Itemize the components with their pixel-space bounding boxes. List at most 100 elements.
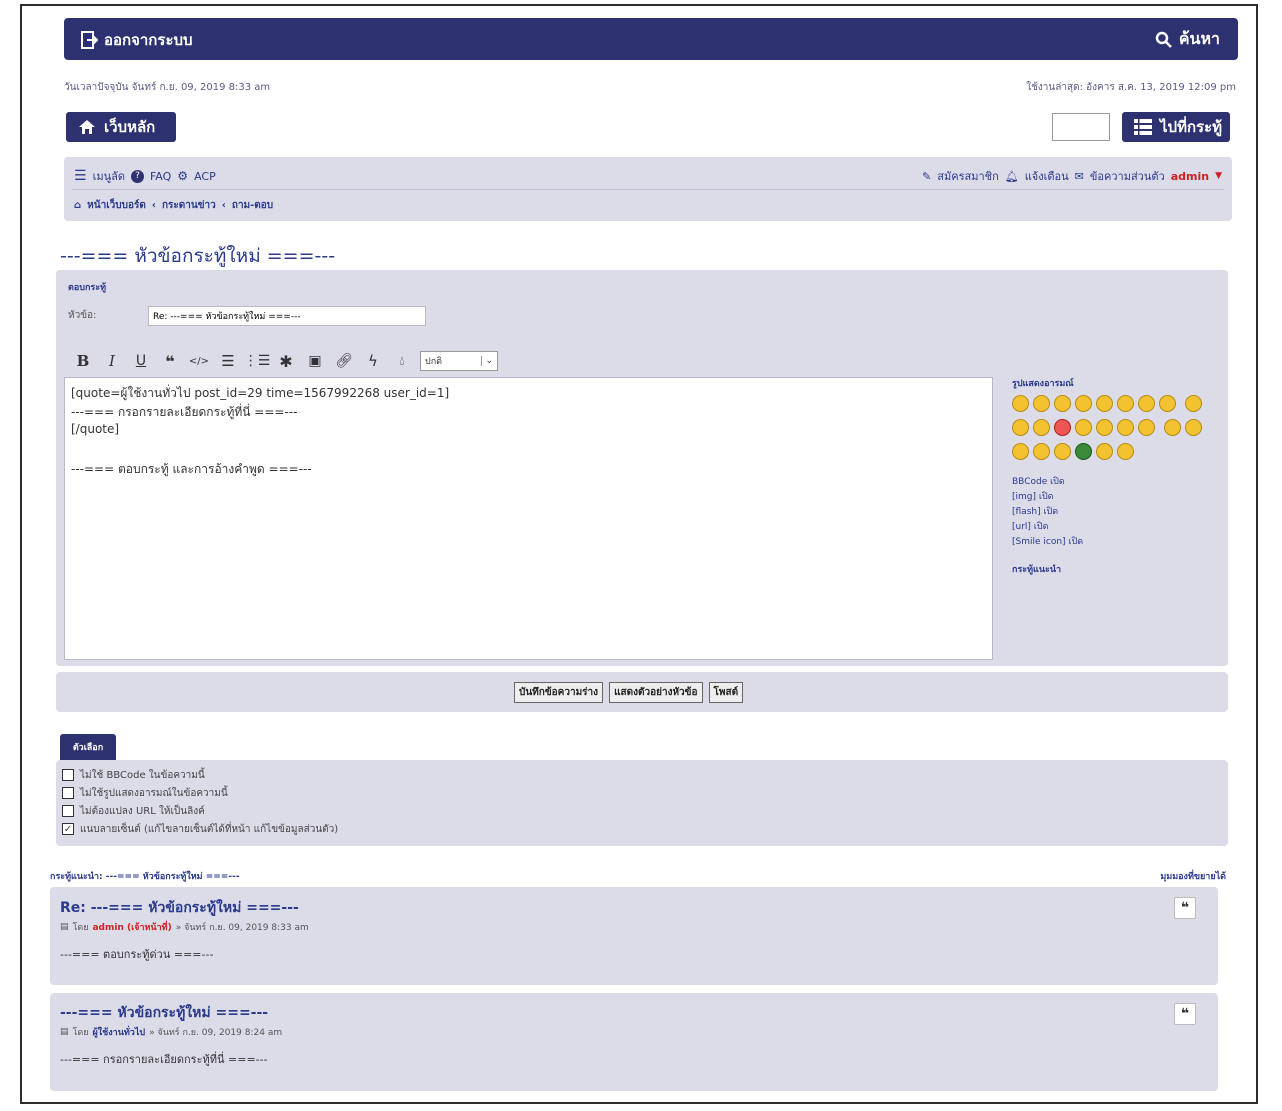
quick-menu: ☰ เมนูลัด ? FAQ ⚙ ACP bbox=[74, 167, 216, 185]
smiley-icon[interactable] bbox=[1096, 395, 1113, 412]
option-label: ไม่ใช้ BBCode ในข้อความนี้ bbox=[80, 769, 205, 781]
logout-link[interactable]: ออกจากระบบ bbox=[80, 28, 193, 52]
acp-link[interactable]: ACP bbox=[194, 170, 216, 183]
underline-button[interactable]: U bbox=[130, 350, 152, 372]
home-icon bbox=[79, 120, 95, 134]
breadcrumb-forum[interactable]: กระดานข่าว bbox=[162, 198, 216, 213]
option-row[interactable]: ไม่ต้องแปลง URL ให้เป็นลิงค์ bbox=[62, 802, 338, 820]
font-size-select[interactable]: ปกติ ⌄ bbox=[420, 351, 498, 371]
smiley-icon[interactable] bbox=[1096, 419, 1113, 436]
reply-form-panel: ตอบกระทู้ หัวข้อ: B I U ❝ </> ☰ ⋮☰ ✱ ▣ 🔗… bbox=[56, 270, 1228, 666]
breadcrumb-home[interactable]: หน้าเว็บบอร์ด bbox=[87, 198, 146, 213]
page-title[interactable]: ---=== หัวข้อกระทู้ใหม่ ===--- bbox=[60, 241, 335, 271]
options-list: ไม่ใช้ BBCode ในข้อความนี้ ไม่ใช้รูปแสดง… bbox=[62, 766, 338, 838]
subject-label: หัวข้อ: bbox=[68, 310, 97, 321]
code-icon[interactable]: </> bbox=[188, 350, 210, 372]
expand-view-link[interactable]: มุมมองที่ขยายได้ bbox=[1160, 869, 1226, 883]
smiley-icon[interactable] bbox=[1185, 419, 1203, 436]
action-buttons: บันทึกข้อความร่าง แสดงตัวอย่างหัวข้อ โพส… bbox=[514, 682, 744, 703]
smiley-icon[interactable] bbox=[1012, 395, 1029, 412]
quote-icon[interactable]: ❝ bbox=[1174, 1003, 1196, 1025]
smilies-box: รูปแสดงอารมณ์ BBCode เปิด [img] เปิด [fl… bbox=[1012, 376, 1222, 576]
topic-review-link[interactable]: กระทู้แนะนำ bbox=[1012, 562, 1222, 576]
smiley-icon[interactable] bbox=[1012, 443, 1029, 460]
inbox-icon: ✉ bbox=[1074, 169, 1084, 183]
chevron-down-icon: ⌄ bbox=[481, 356, 493, 366]
bold-button[interactable]: B bbox=[72, 350, 94, 372]
breadcrumb-sep-icon: ‹ bbox=[151, 200, 156, 211]
smiley-icon[interactable] bbox=[1117, 395, 1134, 412]
image-icon[interactable]: ▣ bbox=[304, 350, 326, 372]
post-title[interactable]: ---=== หัวข้อกระทู้ใหม่ ===--- bbox=[60, 1002, 268, 1024]
italic-button[interactable]: I bbox=[101, 350, 123, 372]
ordered-list-icon[interactable]: ⋮☰ bbox=[244, 350, 271, 372]
checkbox[interactable] bbox=[62, 769, 74, 781]
breadcrumb-subforum[interactable]: ถาม-ตอบ bbox=[232, 198, 273, 213]
bbcode-status-line: [url] เปิด bbox=[1012, 522, 1049, 532]
submit-button[interactable]: โพสต์ bbox=[708, 682, 744, 703]
bbcode-status: BBCode เปิด [img] เปิด [flash] เปิด [url… bbox=[1012, 475, 1222, 550]
smiley-icon[interactable] bbox=[1159, 395, 1176, 412]
search-link[interactable]: ค้นหา bbox=[1155, 27, 1220, 52]
smiley-icon[interactable] bbox=[1012, 419, 1029, 436]
list-icon[interactable]: ☰ bbox=[217, 350, 239, 372]
smiley-icon[interactable] bbox=[1033, 443, 1050, 460]
option-label: ไม่ต้องแปลง URL ให้เป็นลิงค์ bbox=[80, 805, 205, 817]
quote-icon[interactable]: ❝ bbox=[159, 350, 181, 372]
quick-links-link[interactable]: เมนูลัด bbox=[93, 167, 125, 185]
home-button-label: เว็บหลัก bbox=[104, 118, 156, 136]
post-title[interactable]: Re: ---=== หัวข้อกระทู้ใหม่ ===--- bbox=[60, 897, 299, 919]
faq-icon: ? bbox=[130, 169, 144, 183]
post-icon: ▤ bbox=[60, 1027, 69, 1037]
preview-button[interactable]: แสดงตัวอย่างหัวข้อ bbox=[609, 682, 703, 703]
username-link[interactable]: admin bbox=[1171, 170, 1209, 183]
home-button[interactable]: เว็บหลัก bbox=[66, 112, 176, 142]
smiley-icon[interactable] bbox=[1054, 419, 1071, 436]
message-textarea[interactable]: [quote=ผู้ใช้งานทั่วไป post_id=29 time=1… bbox=[64, 377, 993, 660]
private-messages-link[interactable]: ข้อความส่วนตัว bbox=[1090, 167, 1165, 185]
user-menu: ✎ สมัครสมาชิก 🔔︎ แจ้งเตือน ✉ ข้อความส่วน… bbox=[922, 167, 1222, 185]
checkbox[interactable] bbox=[62, 787, 74, 799]
save-draft-button[interactable]: บันทึกข้อความร่าง bbox=[514, 682, 604, 703]
option-row[interactable]: ไม่ใช้รูปแสดงอารมณ์ในข้อความนี้ bbox=[62, 784, 338, 802]
smiley-icon[interactable] bbox=[1075, 419, 1092, 436]
smiley-icon[interactable] bbox=[1096, 443, 1113, 460]
post-date: » จันทร์ ก.ย. 09, 2019 8:33 am bbox=[175, 923, 309, 933]
smiley-icon[interactable] bbox=[1033, 419, 1050, 436]
reply-section-label: ตอบกระทู้ bbox=[68, 283, 107, 293]
bbcode-status-line[interactable]: BBCode เปิด bbox=[1012, 475, 1222, 490]
color-icon[interactable]: 💧︎ bbox=[391, 350, 413, 372]
smiley-icon[interactable] bbox=[1075, 395, 1092, 412]
post-author[interactable]: admin (เจ้าหน้าที่) bbox=[92, 920, 171, 934]
flash-icon[interactable]: ϟ bbox=[362, 350, 384, 372]
register-link[interactable]: สมัครสมาชิก bbox=[937, 167, 999, 185]
checkbox[interactable] bbox=[62, 805, 74, 817]
quote-icon[interactable]: ❝ bbox=[1174, 897, 1196, 919]
post-author[interactable]: ผู้ใช้งานทั่วไป bbox=[92, 1025, 145, 1039]
message-line: [quote=ผู้ใช้งานทั่วไป post_id=29 time=1… bbox=[71, 386, 450, 400]
smiley-icon[interactable] bbox=[1054, 395, 1071, 412]
smiley-icon[interactable] bbox=[1138, 395, 1155, 412]
checkbox-checked[interactable]: ✓ bbox=[62, 823, 74, 835]
smiley-icon[interactable] bbox=[1164, 419, 1182, 436]
smiley-icon[interactable] bbox=[1185, 395, 1203, 412]
option-label: แนบลายเซ็นต์ (แก้ไขลายเซ็นต์ได้ที่หน้า แ… bbox=[80, 823, 339, 835]
smiley-icon[interactable] bbox=[1075, 443, 1092, 460]
smiley-icon[interactable] bbox=[1117, 419, 1134, 436]
faq-link[interactable]: FAQ bbox=[150, 170, 171, 183]
option-row[interactable]: ไม่ใช้ BBCode ในข้อความนี้ bbox=[62, 766, 338, 784]
notifications-link[interactable]: แจ้งเตือน bbox=[1025, 167, 1069, 185]
link-icon[interactable]: 🔗︎ bbox=[333, 350, 355, 372]
smiley-icon[interactable] bbox=[1138, 419, 1155, 436]
options-tab[interactable]: ตัวเลือก bbox=[60, 734, 116, 760]
smiley-icon[interactable] bbox=[1033, 395, 1050, 412]
list-item-icon[interactable]: ✱ bbox=[275, 350, 297, 372]
goto-topic-input[interactable] bbox=[1052, 113, 1110, 141]
subject-input[interactable] bbox=[148, 306, 426, 326]
goto-topic-button[interactable]: ไปที่กระทู้ bbox=[1122, 112, 1230, 142]
register-icon: ✎ bbox=[922, 169, 932, 183]
smiley-icon[interactable] bbox=[1117, 443, 1134, 460]
post-by: โดย bbox=[72, 1028, 89, 1038]
smiley-icon[interactable] bbox=[1054, 443, 1071, 460]
option-row[interactable]: ✓ แนบลายเซ็นต์ (แก้ไขลายเซ็นต์ได้ที่หน้า … bbox=[62, 820, 338, 838]
